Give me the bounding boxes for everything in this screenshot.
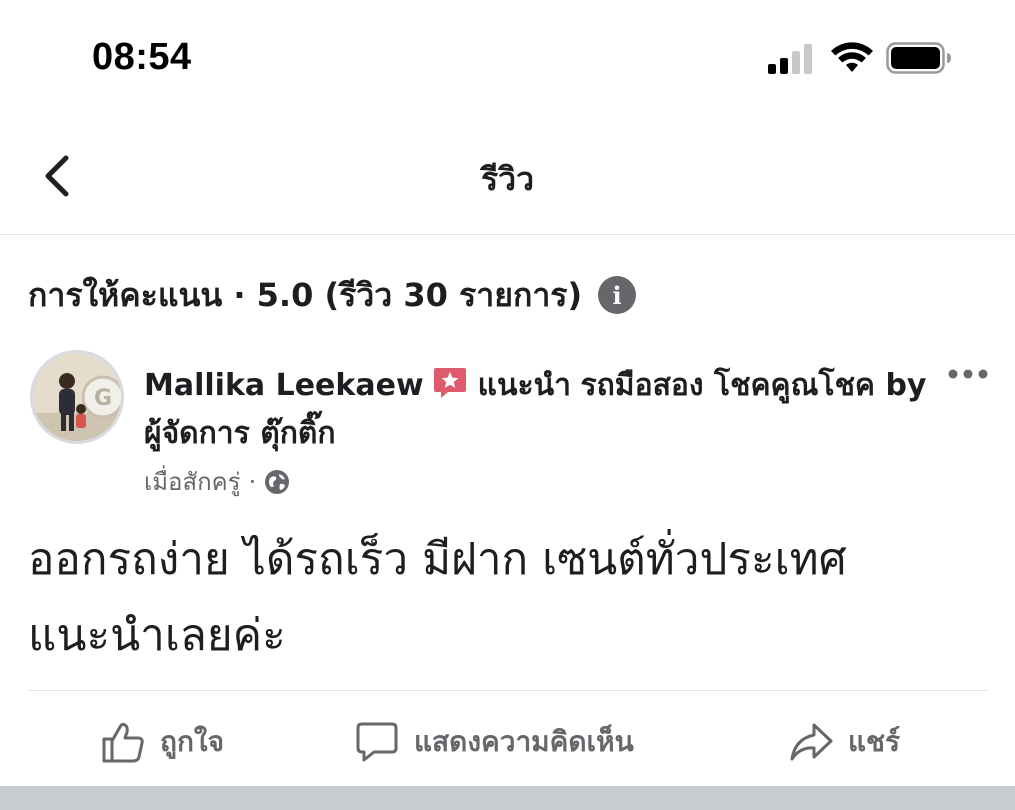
share-label: แชร์ [848,725,901,758]
like-label: ถูกใจ [160,725,224,758]
comment-button[interactable]: แสดงความคิดเห็น [354,712,634,772]
divider [28,690,988,691]
avatar-photo: G [33,353,121,441]
bottom-separator [0,786,1015,810]
status-bar: 08:54 [0,0,1015,120]
svg-text:G: G [94,386,112,411]
recommend-label: แนะนำ [477,368,571,403]
status-time: 08:54 [92,36,192,78]
review-text: ออกรถง่าย ได้รถเร็ว มีฝาก เซนต์ทั่วประเท… [28,534,847,661]
comment-icon [356,722,398,762]
avatar[interactable]: G [30,350,124,444]
battery-icon [886,42,951,74]
action-bar: ถูกใจ แสดงความคิดเห็น แชร์ [0,712,1015,772]
share-button[interactable]: แชร์ [788,712,900,772]
post-meta: เมื่อสักครู่ · [144,462,290,501]
info-icon[interactable]: i [598,276,637,314]
post-author-line: Mallika Leekaew แนะนำ รถมือสอง โชคคูณโชค… [144,362,944,458]
more-options-icon[interactable] [946,362,990,386]
cellular-signal-icon [768,44,812,74]
share-arrow-icon [790,723,833,761]
globe-icon [265,469,290,494]
thumbs-up-icon [102,722,144,763]
recommend-badge-icon [433,368,466,398]
post-timestamp[interactable]: เมื่อสักครู่ [144,462,241,501]
nav-header: รีวิว [0,130,1015,235]
wifi-icon [831,42,873,72]
page-title: รีวิว [480,160,535,198]
rating-summary: การให้คะแนน · 5.0 (รีวิว 30 รายการ) i [28,270,637,320]
post-author-block: Mallika Leekaew แนะนำ รถมือสอง โชคคูณโชค… [144,362,944,458]
rating-summary-text: การให้คะแนน · 5.0 (รีวิว 30 รายการ) [28,275,583,314]
author-name[interactable]: Mallika Leekaew [144,368,424,403]
comment-label: แสดงความคิดเห็น [414,725,634,758]
meta-separator: · [248,467,257,496]
like-button[interactable]: ถูกใจ [100,712,224,772]
